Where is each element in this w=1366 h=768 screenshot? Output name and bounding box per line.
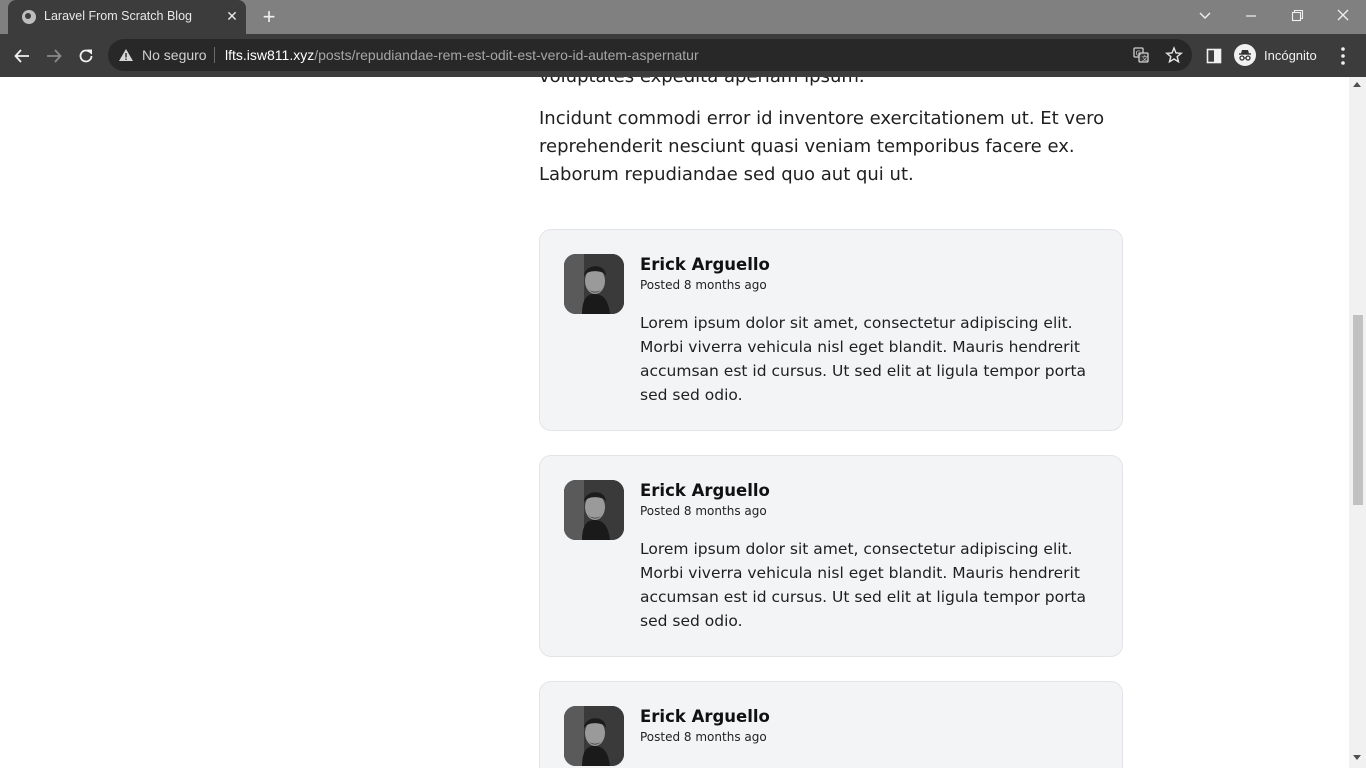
url-host: lfts.isw811.xyz — [225, 47, 315, 63]
url-path: /posts/repudiandae-rem-est-odit-est-vero… — [314, 47, 699, 63]
comment-card: Erick Arguello Posted 8 months ago — [539, 681, 1123, 768]
incognito-icon — [1234, 44, 1256, 66]
plus-icon[interactable]: + — [258, 6, 280, 28]
minimize-icon[interactable] — [1239, 5, 1263, 27]
warning-icon[interactable] — [118, 48, 134, 67]
scroll-down-arrow-icon[interactable] — [1353, 755, 1361, 760]
more-vert-icon[interactable] — [1335, 44, 1351, 68]
tab-active[interactable]: Laravel From Scratch Blog ✕ — [8, 0, 246, 34]
close-icon[interactable]: ✕ — [224, 8, 240, 24]
comment-date: Posted 8 months ago — [640, 504, 767, 518]
star-icon[interactable] — [1164, 46, 1184, 64]
scrollbar[interactable] — [1349, 77, 1366, 768]
tab-strip: Laravel From Scratch Blog ✕ + — [0, 0, 1366, 34]
comment-body: Lorem ipsum dolor sit amet, consectetur … — [640, 314, 1087, 404]
translate-icon[interactable]: G文 — [1132, 46, 1150, 64]
article-paragraph: Incidunt commodi error id inventore exer… — [539, 108, 1105, 185]
article-paragraph: voluptates expedita aperiam ipsum. — [539, 77, 1139, 91]
comment-card: Erick Arguello Posted 8 months ago Lorem… — [539, 229, 1123, 431]
back-icon[interactable] — [8, 42, 36, 70]
reload-icon[interactable] — [72, 42, 100, 70]
comment-author: Erick Arguello — [640, 255, 770, 274]
scroll-up-arrow-icon[interactable] — [1353, 82, 1361, 87]
comment-card: Erick Arguello Posted 8 months ago Lorem… — [539, 455, 1123, 657]
forward-icon[interactable] — [40, 42, 68, 70]
side-panel-icon[interactable] — [1200, 42, 1228, 70]
tab-title: Laravel From Scratch Blog — [44, 9, 192, 23]
incognito-profile-button[interactable]: Incógnito — [1234, 40, 1326, 70]
comment-author: Erick Arguello — [640, 707, 770, 726]
browser-toolbar: No seguro lfts.isw811.xyz/posts/repudian… — [0, 34, 1366, 77]
close-window-icon[interactable] — [1331, 5, 1355, 27]
restore-icon[interactable] — [1285, 5, 1309, 27]
scrollbar-thumb[interactable] — [1353, 315, 1363, 505]
avatar — [564, 254, 624, 314]
page-content: voluptates expedita aperiam ipsum. Incid… — [0, 77, 1366, 768]
globe-icon — [22, 10, 36, 24]
svg-text:G: G — [1136, 50, 1141, 58]
comment-date: Posted 8 months ago — [640, 278, 767, 292]
address-bar[interactable]: No seguro lfts.isw811.xyz/posts/repudian… — [108, 39, 1192, 71]
avatar — [564, 480, 624, 540]
comment-author: Erick Arguello — [640, 481, 770, 500]
comment-date: Posted 8 months ago — [640, 730, 767, 744]
url-text[interactable]: lfts.isw811.xyz/posts/repudiandae-rem-es… — [225, 47, 699, 63]
svg-text:文: 文 — [1142, 54, 1149, 63]
security-label[interactable]: No seguro — [142, 47, 207, 63]
chevron-down-icon[interactable] — [1193, 5, 1217, 27]
divider — [214, 47, 215, 63]
profile-label: Incógnito — [1264, 47, 1317, 63]
avatar — [564, 706, 624, 766]
comment-body: Lorem ipsum dolor sit amet, consectetur … — [640, 540, 1087, 630]
